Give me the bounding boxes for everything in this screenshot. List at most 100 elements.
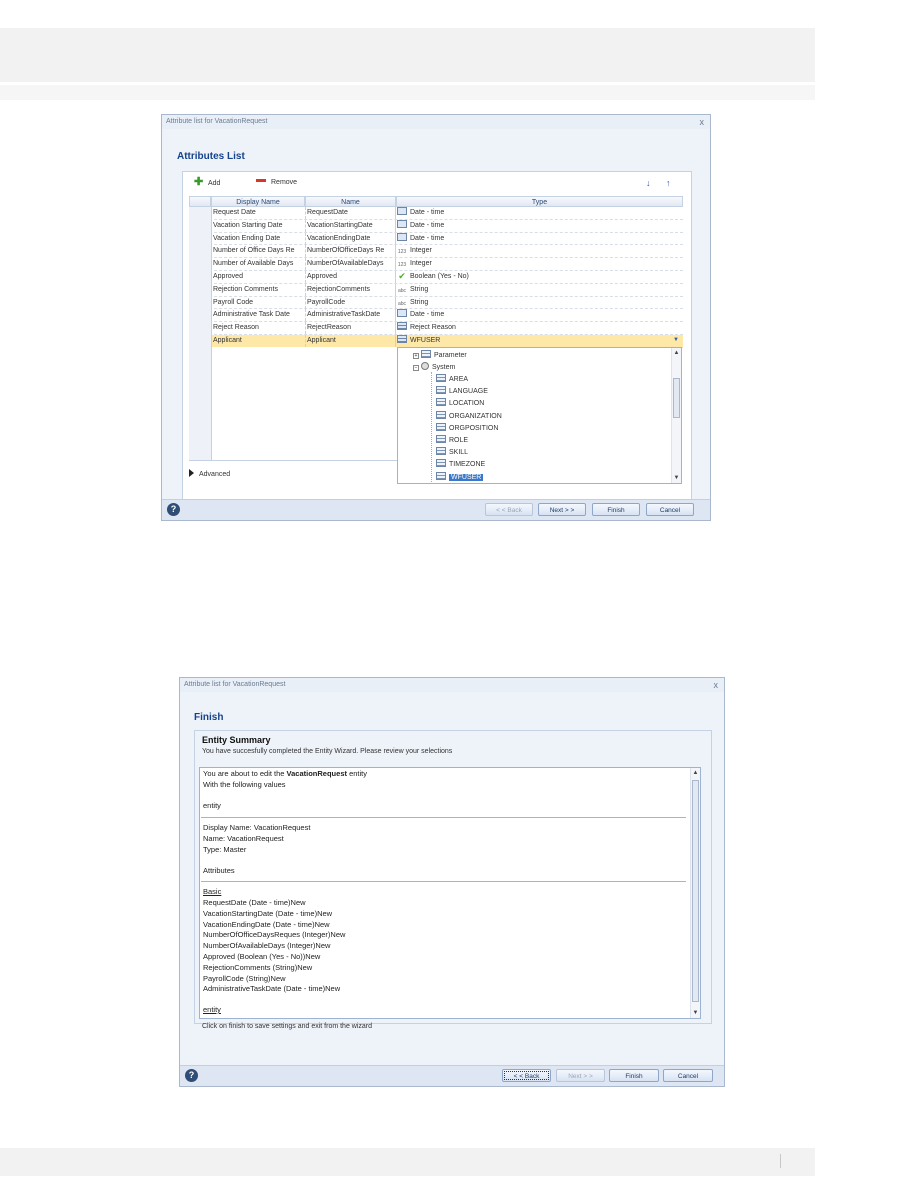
cell-display-name[interactable]: Approved (213, 271, 306, 283)
close-icon[interactable]: x (700, 115, 705, 129)
table-icon (397, 322, 407, 331)
cell-display-name[interactable]: Rejection Comments (213, 283, 306, 296)
add-button[interactable]: ✚ Add (194, 177, 220, 188)
collapse-minus-icon[interactable]: − (413, 365, 419, 371)
table-row[interactable]: Approved Approved ✔ Boolean (Yes - No) (189, 271, 683, 284)
dropdown-arrow-icon[interactable]: ▼ (673, 337, 679, 343)
cell-display-name[interactable]: Number of Available Days (213, 258, 306, 271)
tree-node-system[interactable]: − System (413, 362, 455, 373)
cell-type[interactable]: Date - time (397, 207, 681, 219)
page-footer-band (0, 1148, 815, 1176)
remove-button[interactable]: Remove (256, 179, 297, 186)
cell-name[interactable]: Approved (307, 271, 396, 283)
back-button[interactable]: < < Back (502, 1069, 551, 1082)
divider (201, 881, 686, 882)
column-header-type[interactable]: Type (396, 196, 683, 207)
table-row[interactable]: Administrative Task Date AdministrativeTa… (189, 309, 683, 323)
row-selector-header (189, 196, 211, 207)
attribute-summary-line: VacationEndingDate (Date - time)New (203, 919, 330, 929)
scroll-up-arrow[interactable]: ▲ (691, 770, 700, 776)
table-row[interactable]: Vacation Starting Date VacationStartingDa… (189, 219, 683, 233)
next-button[interactable]: Next > > (538, 503, 586, 516)
remove-label: Remove (271, 179, 298, 186)
table-row[interactable]: Number of Office Days Re NumberOfOfficeDa… (189, 245, 683, 259)
column-header-name[interactable]: Name (305, 196, 396, 207)
cell-type[interactable]: abc String (397, 284, 681, 296)
cell-name[interactable]: NumberOfAvailableDays (307, 258, 396, 271)
column-header-display-name[interactable]: Display Name (211, 196, 305, 207)
back-button[interactable]: < < Back (485, 503, 533, 516)
table-row[interactable]: ApplicantApplicantWFUSER✎▼ (189, 335, 683, 348)
tree-item[interactable]: LOCATION (436, 398, 484, 409)
table-row[interactable]: Request Date RequestDate Date - time (189, 207, 683, 220)
cell-name[interactable]: PayrollCode (307, 296, 396, 309)
expand-plus-icon[interactable]: + (413, 353, 419, 359)
integer-icon: 123 (397, 249, 407, 256)
cell-display-name[interactable]: Number of Office Days Re (213, 245, 306, 258)
tree-item[interactable]: ROLE (436, 435, 468, 446)
tree-item[interactable]: WFUSER (436, 471, 484, 483)
move-up-icon[interactable]: ↑ (666, 178, 671, 188)
cell-display-name[interactable]: Request Date (213, 207, 306, 219)
cell-name[interactable]: RejectionComments (307, 283, 396, 296)
cell-type[interactable]: 123 Integer (397, 245, 681, 257)
cancel-button[interactable]: Cancel (663, 1069, 713, 1082)
cell-name[interactable]: VacationStartingDate (307, 219, 396, 232)
table-row[interactable]: Reject Reason RejectReason Reject Reason (189, 322, 683, 335)
table-row[interactable]: Rejection Comments RejectionComments abc St… (189, 283, 683, 297)
cell-type[interactable]: Date - time (397, 232, 681, 245)
scroll-thumb[interactable] (673, 378, 680, 418)
cell-type[interactable]: WFUSER (397, 335, 681, 347)
calendar-icon (397, 232, 407, 241)
table-row[interactable]: Vacation Ending Date VacationEndingDate Da… (189, 232, 683, 246)
remove-icon (256, 179, 266, 182)
finish-button[interactable]: Finish (609, 1069, 659, 1082)
table-row[interactable]: Number of Available Days NumberOfAvailabl… (189, 258, 683, 271)
cell-display-name[interactable]: Payroll Code (213, 296, 306, 309)
cell-name[interactable]: RejectReason (307, 322, 396, 335)
type-dropdown-tree[interactable]: + Parameter − System AREA LANGUAGE LOCATION O… (397, 347, 682, 484)
cell-type[interactable]: Date - time (397, 309, 681, 321)
table-icon (436, 447, 446, 456)
tree-item[interactable]: AREA (436, 374, 468, 385)
cell-name[interactable]: AdministrativeTaskDate (307, 309, 396, 322)
help-icon[interactable]: ? (167, 503, 180, 516)
section-attributes: Attributes (203, 866, 235, 875)
summary-scrollbar[interactable]: ▲ ▼ (690, 768, 700, 1018)
cell-name[interactable]: Applicant (307, 335, 396, 347)
tree-node-parameter[interactable]: + Parameter (413, 350, 467, 361)
table-row[interactable]: Payroll Code PayrollCode abc String (189, 296, 683, 310)
cell-type[interactable]: abc String (397, 297, 681, 309)
advanced-expander[interactable]: Advanced (189, 469, 230, 478)
move-down-icon[interactable]: ↓ (646, 178, 651, 188)
cell-display-name[interactable]: Reject Reason (213, 322, 306, 335)
cell-display-name[interactable]: Vacation Starting Date (213, 219, 306, 232)
tree-item[interactable]: LANGUAGE (436, 386, 488, 397)
cell-name[interactable]: NumberOfOfficeDays Re (307, 245, 396, 258)
cell-display-name[interactable]: Vacation Ending Date (213, 232, 306, 245)
scroll-down-arrow[interactable]: ▼ (691, 1010, 700, 1016)
cell-type[interactable]: ✔ Boolean (Yes - No) (397, 271, 681, 283)
finish-button[interactable]: Finish (592, 503, 640, 516)
scroll-down-arrow[interactable]: ▼ (672, 475, 681, 481)
scroll-thumb[interactable] (692, 780, 699, 1002)
scroll-up-arrow[interactable]: ▲ (672, 350, 681, 356)
cell-type[interactable]: 123 Integer (397, 258, 681, 270)
next-button[interactable]: Next > > (556, 1069, 605, 1082)
cell-name[interactable]: VacationEndingDate (307, 232, 396, 245)
cell-name[interactable]: RequestDate (307, 207, 396, 219)
help-icon[interactable]: ? (185, 1069, 198, 1082)
cell-display-name[interactable]: Applicant (213, 335, 306, 347)
footer-note: Click on finish to save settings and exi… (202, 1023, 373, 1030)
tree-item[interactable]: ORGPOSITION (436, 422, 498, 434)
close-icon[interactable]: x (714, 678, 719, 692)
tree-item[interactable]: ORGANIZATION (436, 410, 502, 422)
cell-type[interactable]: Reject Reason (397, 322, 681, 334)
dialog-footer: ? < < Back Next > > Finish Cancel (162, 499, 710, 520)
tree-scrollbar[interactable]: ▲ ▼ (671, 348, 681, 483)
tree-item[interactable]: TIMEZONE (436, 459, 485, 470)
cell-type[interactable]: Date - time (397, 219, 681, 232)
cancel-button[interactable]: Cancel (646, 503, 694, 516)
cell-display-name[interactable]: Administrative Task Date (213, 309, 306, 322)
tree-item[interactable]: SKILL (436, 447, 468, 458)
